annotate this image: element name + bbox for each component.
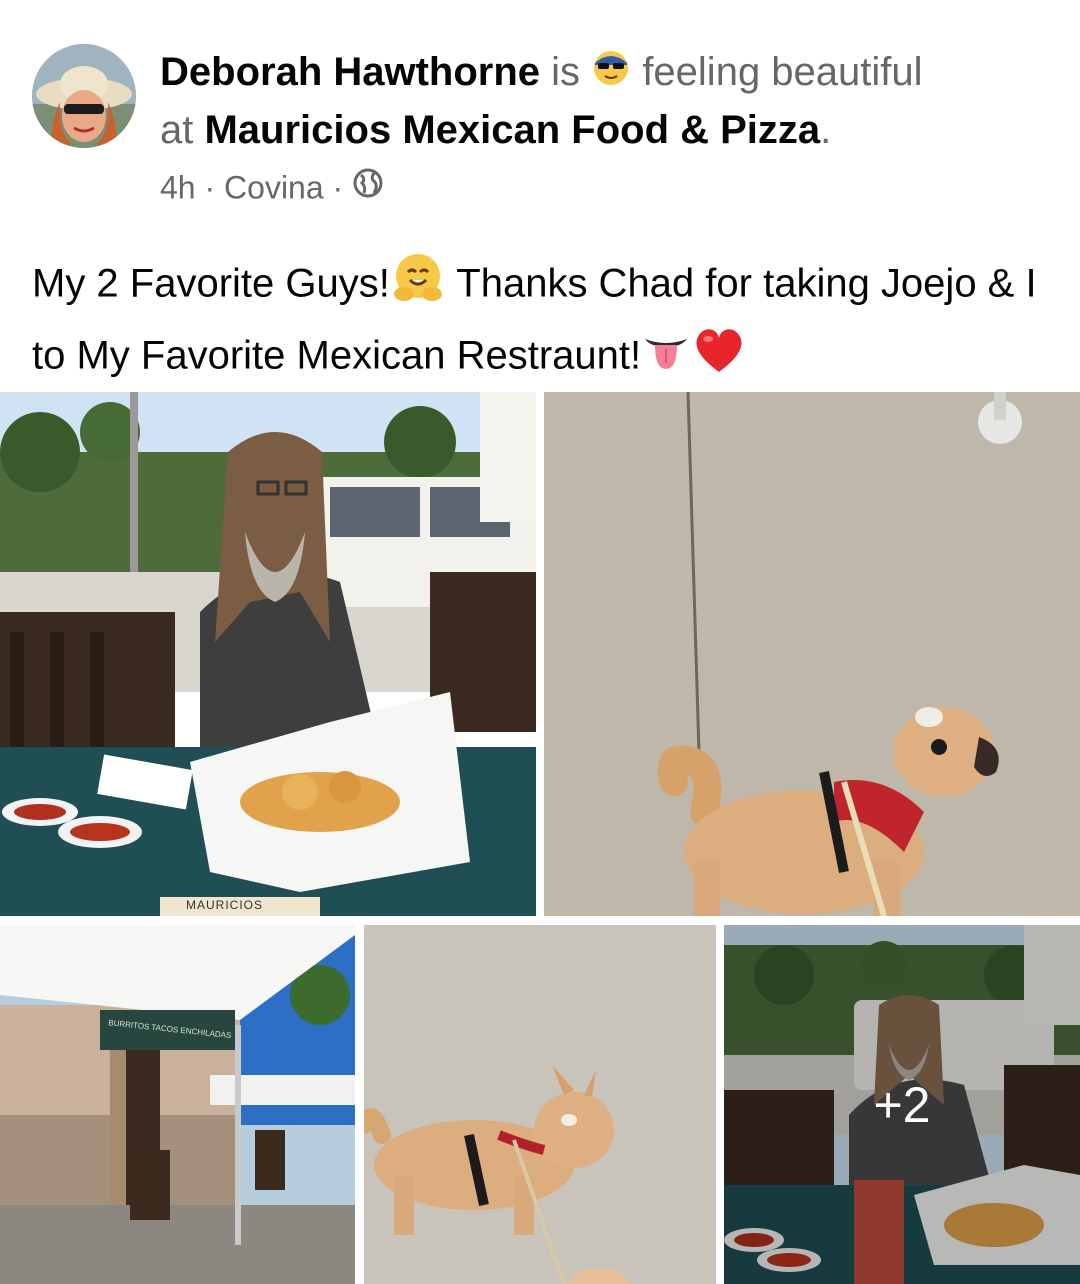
photo-more-photos[interactable]: +2 [724, 925, 1080, 1284]
post-header: Deborah Hawthorne is feeling beautiful a… [160, 44, 1060, 158]
post-caption: My 2 Favorite Guys! Thanks Chad for taki… [32, 250, 1052, 394]
header-period: . [820, 108, 832, 153]
caption-part1: My 2 Favorite Guys! [32, 261, 390, 306]
feeling-emoji-icon [591, 46, 631, 102]
globe-icon[interactable] [352, 166, 384, 210]
author-name[interactable]: Deborah Hawthorne [160, 50, 540, 94]
post-meta: 4h · Covina · [160, 163, 384, 210]
post-time[interactable]: 4h [160, 170, 196, 206]
hugging-face-emoji-icon [390, 250, 446, 322]
meta-separator-dot: · [204, 169, 216, 206]
profile-avatar[interactable] [32, 44, 136, 148]
meta-separator-dot: · [332, 169, 344, 206]
photo-restaurant-exterior[interactable]: BURRITOS TACOS ENCHILADAS [0, 925, 355, 1284]
at-text: at [160, 108, 194, 153]
feeling-text: feeling beautiful [642, 50, 923, 94]
photo-man-at-table[interactable]: MAURICIOS [0, 392, 536, 916]
placemat-label: MAURICIOS [186, 898, 264, 912]
more-photos-count[interactable]: +2 [724, 925, 1080, 1284]
photo-dog-walking[interactable] [364, 925, 716, 1284]
tongue-emoji-icon [641, 325, 691, 391]
place-name[interactable]: Mauricios Mexican Food & Pizza [204, 108, 820, 152]
heart-emoji-icon [691, 322, 747, 394]
photo-dog-pavement[interactable] [544, 392, 1080, 916]
post-location[interactable]: Covina [224, 170, 324, 206]
is-text: is [551, 50, 581, 94]
